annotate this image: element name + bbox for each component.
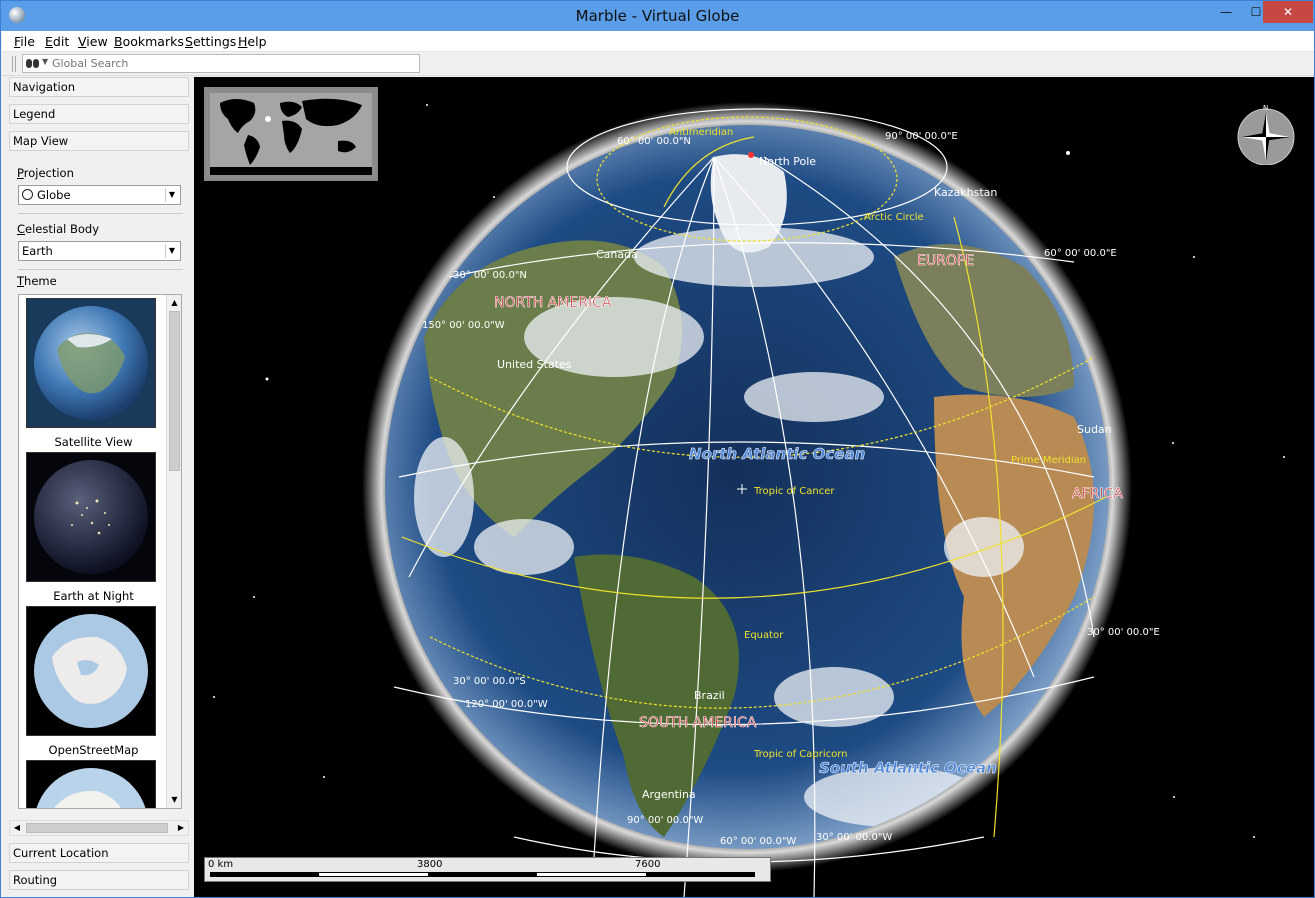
grid-label: 30° 00' 00.0"S <box>453 676 526 687</box>
separator <box>18 213 183 214</box>
continent-label-africa: AFRICA <box>1072 486 1123 502</box>
place-label-north-pole: North Pole <box>759 155 816 168</box>
place-label-united-states: United States <box>497 358 572 371</box>
toolbar-grip[interactable] <box>12 56 16 72</box>
grid-label: 30° 00' 00.0"W <box>816 832 892 843</box>
theme-list-scrollbar[interactable]: ▲ ▼ <box>166 295 181 808</box>
equator-label: Equator <box>744 630 784 641</box>
theme-item-openstreetmap[interactable]: OpenStreetMap <box>26 606 156 757</box>
menu-view[interactable]: View <box>78 34 108 49</box>
tropic-of-cancer-label: Tropic of Cancer <box>753 486 835 497</box>
prime-meridian-label: Prime Meridian <box>1011 455 1086 466</box>
theme-item-satellite-view[interactable]: Satellite View <box>26 298 156 449</box>
scrollbar-thumb[interactable] <box>26 823 168 833</box>
ocean-label-south-atlantic: South Atlantic Ocean <box>819 759 997 777</box>
scroll-up-icon[interactable]: ▲ <box>167 295 181 310</box>
menu-bar: File Edit View Bookmarks Settings Help <box>2 31 1314 52</box>
binoculars-icon[interactable] <box>26 58 40 69</box>
continent-label-south-america: SOUTH AMERICA <box>639 715 757 731</box>
map-view-panel-header[interactable]: Map View <box>9 131 189 151</box>
menu-bookmarks[interactable]: Bookmarks <box>114 34 184 49</box>
grid-label: 150° 00' 00.0"W <box>422 320 505 331</box>
close-button[interactable]: ✕ <box>1263 1 1313 23</box>
celestial-body-value: Earth <box>22 244 53 258</box>
global-search-input[interactable] <box>52 55 412 72</box>
night-thumbnail[interactable] <box>26 452 156 582</box>
scale-label-mid: 3800 <box>417 859 443 870</box>
grid-label: 60° 00' 00.0"E <box>1044 248 1117 259</box>
side-panel: Navigation Legend Map View Projection Gl… <box>2 77 192 897</box>
scroll-down-icon[interactable]: ▼ <box>167 792 181 807</box>
grid-label: 120° 00' 00.0"W <box>465 699 548 710</box>
menu-settings[interactable]: Settings <box>185 34 236 49</box>
legend-panel-header[interactable]: Legend <box>9 104 189 124</box>
scale-label-zero: 0 km <box>208 859 234 870</box>
window-title: Marble - Virtual Globe <box>575 7 740 25</box>
satellite-thumbnail[interactable] <box>26 298 156 428</box>
theme-label-earth-at-night: Earth at Night <box>53 589 134 603</box>
overview-map[interactable] <box>204 87 378 181</box>
search-toolbar: ▼ <box>2 52 1314 76</box>
projection-label: Projection <box>17 166 74 180</box>
north-pole-marker[interactable] <box>748 152 754 158</box>
search-box[interactable]: ▼ <box>22 54 420 73</box>
continent-label-north-america: NORTH AMERICA <box>494 295 612 311</box>
celestial-body-label: Celestial Body <box>17 222 100 236</box>
title-bar[interactable]: Marble - Virtual Globe — ☐ ✕ <box>1 1 1314 31</box>
place-label-canada: Canada <box>596 248 638 261</box>
menu-edit[interactable]: Edit <box>45 34 69 49</box>
projection-value: Globe <box>37 188 71 202</box>
scale-label-max: 7600 <box>635 859 661 870</box>
chevron-down-icon[interactable]: ▼ <box>42 57 48 66</box>
panel-horizontal-scrollbar[interactable]: ◀ ▶ <box>9 820 189 836</box>
scrollbar-thumb[interactable] <box>169 311 180 471</box>
antimeridian-label: Antimeridian <box>669 127 733 138</box>
osm-thumbnail[interactable] <box>26 606 156 736</box>
compass-rose[interactable]: N <box>1234 101 1298 165</box>
navigation-panel-header[interactable]: Navigation <box>9 77 189 97</box>
ocean-label-north-atlantic: North Atlantic Ocean <box>689 445 865 463</box>
chevron-down-icon[interactable]: ▼ <box>165 244 178 258</box>
theme-label: Theme <box>17 274 57 288</box>
celestial-body-select[interactable]: Earth ▼ <box>18 241 181 261</box>
theme-thumbnail[interactable] <box>26 760 156 808</box>
projection-select[interactable]: Globe ▼ <box>18 185 181 205</box>
grid-label: 30° 00' 00.0"N <box>453 270 527 281</box>
grid-label: 90° 00' 00.0"W <box>627 815 703 826</box>
minimize-button[interactable]: — <box>1211 1 1241 23</box>
arctic-circle-label: Arctic Circle <box>864 212 924 223</box>
current-location-panel-header[interactable]: Current Location <box>9 843 189 863</box>
scroll-right-icon[interactable]: ▶ <box>174 821 188 835</box>
routing-panel-header[interactable]: Routing <box>9 870 189 890</box>
scale-track <box>210 872 755 877</box>
scale-segment <box>537 873 646 876</box>
continent-label-europe: EUROPE <box>917 253 974 269</box>
scale-bar: 0 km 3800 7600 <box>204 857 771 882</box>
scroll-left-icon[interactable]: ◀ <box>10 821 24 835</box>
place-label-argentina: Argentina <box>642 788 696 801</box>
map-view[interactable]: 90° 00' 00.0"E 60° 00' 00.0"N 60° 00' 00… <box>194 77 1314 897</box>
theme-label-satellite-view: Satellite View <box>54 435 133 449</box>
compass-north-label: N <box>1263 104 1268 112</box>
theme-label-openstreetmap: OpenStreetMap <box>48 743 139 757</box>
place-label-brazil: Brazil <box>694 689 725 702</box>
menu-help[interactable]: Help <box>238 34 267 49</box>
place-label-kazakhstan: Kazakhstan <box>934 186 997 199</box>
grid-label: 90° 00' 00.0"E <box>885 131 958 142</box>
globe-canvas[interactable]: 90° 00' 00.0"E 60° 00' 00.0"N 60° 00' 00… <box>194 77 1314 897</box>
grid-label: 30° 00' 00.0"E <box>1087 627 1160 638</box>
separator <box>18 269 183 270</box>
globe-icon <box>22 189 33 200</box>
app-window: Marble - Virtual Globe — ☐ ✕ File Edit V… <box>0 0 1315 898</box>
grid-label: 60° 00' 00.0"W <box>720 836 796 847</box>
chevron-down-icon[interactable]: ▼ <box>165 188 178 202</box>
scale-segment <box>319 873 428 876</box>
theme-item-partial[interactable] <box>26 760 156 808</box>
place-label-sudan: Sudan <box>1077 423 1112 436</box>
menu-file[interactable]: File <box>14 34 35 49</box>
theme-item-earth-at-night[interactable]: Earth at Night <box>26 452 156 603</box>
theme-list[interactable]: Satellite View Earth at Night OpenStreet… <box>18 294 182 809</box>
